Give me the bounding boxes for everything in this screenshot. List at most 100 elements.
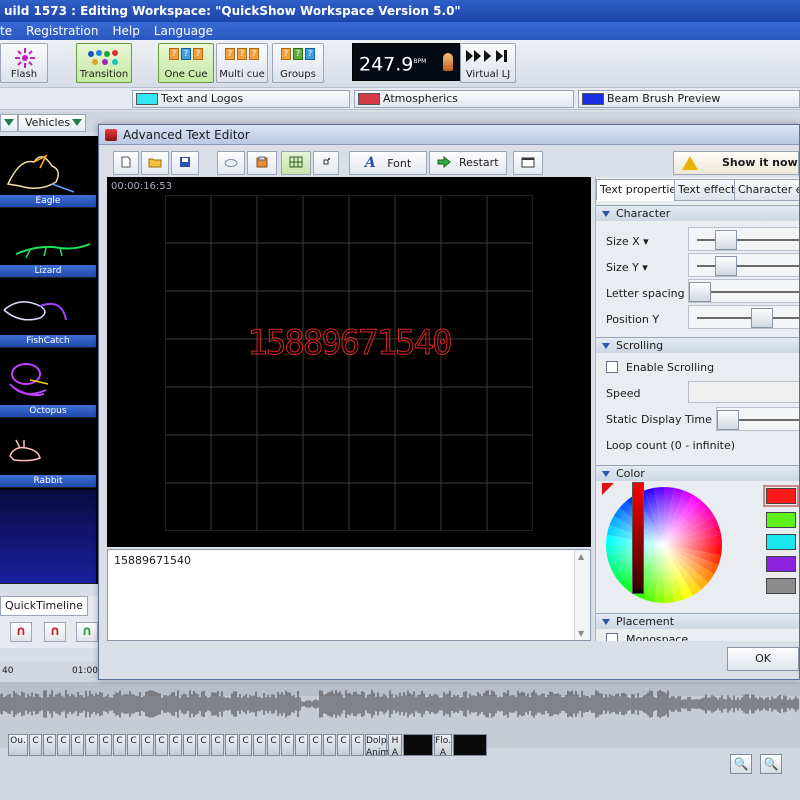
restart-button[interactable]: Restart: [429, 151, 507, 175]
menu-item-file[interactable]: te: [0, 22, 12, 40]
tab-text-effect[interactable]: Text effect: [674, 179, 740, 201]
timeline-cue[interactable]: C: [29, 734, 42, 756]
timeline-cue[interactable]: C: [127, 734, 140, 756]
timeline-cue[interactable]: [453, 734, 487, 756]
tab-vehicles[interactable]: Vehicles: [18, 114, 86, 132]
quick-timeline-tab[interactable]: QuickTimeline: [0, 596, 88, 616]
section-placement-header[interactable]: Placement: [596, 613, 799, 629]
speed-field[interactable]: [688, 381, 799, 403]
timeline-cue[interactable]: Dolp. Anim.: [365, 734, 392, 758]
menu-item-registration[interactable]: Registration: [26, 22, 98, 40]
cue-thumbnail-beam[interactable]: [0, 490, 96, 584]
zoom-out-icon[interactable]: 🔍: [760, 754, 782, 774]
show-it-now-button[interactable]: Show it now: [673, 151, 799, 175]
timeline-cue[interactable]: C: [295, 734, 308, 756]
magnet-icon[interactable]: ∩: [76, 622, 98, 642]
letter-spacing-slider[interactable]: [688, 279, 799, 303]
slider-knob[interactable]: [715, 256, 737, 276]
position-y-slider[interactable]: [688, 305, 799, 329]
virtual-lj-button[interactable]: Virtual LJ: [460, 43, 516, 83]
timeline-cue[interactable]: C: [225, 734, 238, 756]
timeline-cue[interactable]: C: [169, 734, 182, 756]
magnet-icon[interactable]: ∩: [10, 622, 32, 642]
groups-button[interactable]: ??? Groups: [272, 43, 324, 83]
section-scrolling-header[interactable]: Scrolling: [596, 337, 799, 353]
static-display-time-slider[interactable]: [716, 407, 799, 431]
timeline-cue[interactable]: C: [155, 734, 168, 756]
brightness-slider[interactable]: [632, 482, 644, 594]
timeline-cue[interactable]: C: [253, 734, 266, 756]
open-folder-button[interactable]: [141, 151, 169, 175]
section-color-header[interactable]: Color: [596, 465, 799, 481]
grid-toggle-button[interactable]: [281, 151, 311, 175]
cue-thumbnail-lizard[interactable]: Lizard: [0, 210, 96, 278]
size-x-slider[interactable]: [688, 227, 799, 251]
size-y-slider[interactable]: [688, 253, 799, 277]
category-atmospherics[interactable]: Atmospherics: [354, 90, 574, 108]
timeline-cue[interactable]: C: [323, 734, 336, 756]
enable-scrolling-checkbox[interactable]: [606, 361, 618, 373]
timeline-cue[interactable]: H A: [388, 734, 402, 758]
one-cue-button[interactable]: ??? One Cue: [158, 43, 214, 83]
text-preview-canvas[interactable]: 00:00:16:53 15889671540: [107, 177, 591, 547]
color-swatch-green[interactable]: [766, 512, 796, 528]
paste-button[interactable]: [247, 151, 277, 175]
save-button[interactable]: [171, 151, 199, 175]
tab-character-effects[interactable]: Character effe: [734, 179, 799, 201]
menu-item-language[interactable]: Language: [154, 22, 213, 40]
tab-previous[interactable]: [0, 114, 18, 132]
cue-thumbnail-eagle[interactable]: Eagle: [0, 140, 96, 208]
font-button[interactable]: A Font: [349, 151, 427, 175]
timeline-cue[interactable]: C: [113, 734, 126, 756]
zoom-in-icon[interactable]: 🔍: [730, 754, 752, 774]
color-swatch-cyan[interactable]: [766, 534, 796, 550]
cloud-button[interactable]: [217, 151, 245, 175]
color-swatch-red[interactable]: [763, 485, 799, 507]
timeline-cue[interactable]: C: [211, 734, 224, 756]
text-input-area[interactable]: 15889671540: [107, 549, 591, 641]
timeline-cue[interactable]: C: [309, 734, 322, 756]
slider-knob[interactable]: [751, 308, 773, 328]
preview-window-button[interactable]: [513, 151, 543, 175]
tab-text-properties[interactable]: Text properties: [596, 179, 686, 201]
color-swatch-gray[interactable]: [766, 578, 796, 594]
category-text-and-logos[interactable]: Text and Logos: [132, 90, 350, 108]
transition-button[interactable]: Transition: [76, 43, 132, 83]
monospace-checkbox[interactable]: [606, 633, 618, 641]
cue-thumbnail-octopus[interactable]: Octopus: [0, 350, 96, 418]
slider-knob[interactable]: [715, 230, 737, 250]
timeline-cue[interactable]: C: [99, 734, 112, 756]
timeline-cue[interactable]: C: [43, 734, 56, 756]
section-character-header[interactable]: Character: [596, 205, 799, 221]
tab-label: Character effe: [738, 183, 799, 196]
slider-knob[interactable]: [689, 282, 711, 302]
timeline-cue[interactable]: Flo. A: [434, 734, 452, 758]
timeline-cue[interactable]: C: [281, 734, 294, 756]
flash-button[interactable]: Flash: [0, 43, 48, 83]
slider-knob[interactable]: [717, 410, 739, 430]
cue-thumbnail-rabbit[interactable]: Rabbit: [0, 420, 96, 488]
center-button[interactable]: [313, 151, 339, 175]
multi-cue-button[interactable]: ??? Multi cue: [216, 43, 268, 83]
timeline-cue[interactable]: C: [239, 734, 252, 756]
color-wheel[interactable]: [602, 483, 726, 607]
timeline-cue[interactable]: C: [197, 734, 210, 756]
timeline-cue[interactable]: C: [71, 734, 84, 756]
timeline-cue[interactable]: C: [183, 734, 196, 756]
category-beam-brush-preview[interactable]: Beam Brush Preview: [578, 90, 800, 108]
color-swatch-purple[interactable]: [766, 556, 796, 572]
magnet-icon[interactable]: ∩: [44, 622, 66, 642]
menu-item-help[interactable]: Help: [112, 22, 139, 40]
timeline-cue[interactable]: C: [351, 734, 364, 756]
timeline-cue[interactable]: C: [85, 734, 98, 756]
ok-button[interactable]: OK: [727, 647, 799, 671]
new-document-button[interactable]: [113, 151, 139, 175]
cue-thumbnail-fishcatch[interactable]: FishCatch: [0, 280, 96, 348]
text-input-scrollbar[interactable]: [574, 550, 590, 640]
timeline-cue[interactable]: C: [57, 734, 70, 756]
timeline-cue[interactable]: [403, 734, 433, 756]
timeline-cue[interactable]: C: [337, 734, 350, 756]
timeline-cue[interactable]: C: [141, 734, 154, 756]
timeline-cue[interactable]: Ou.: [8, 734, 28, 756]
timeline-cue[interactable]: C: [267, 734, 280, 756]
